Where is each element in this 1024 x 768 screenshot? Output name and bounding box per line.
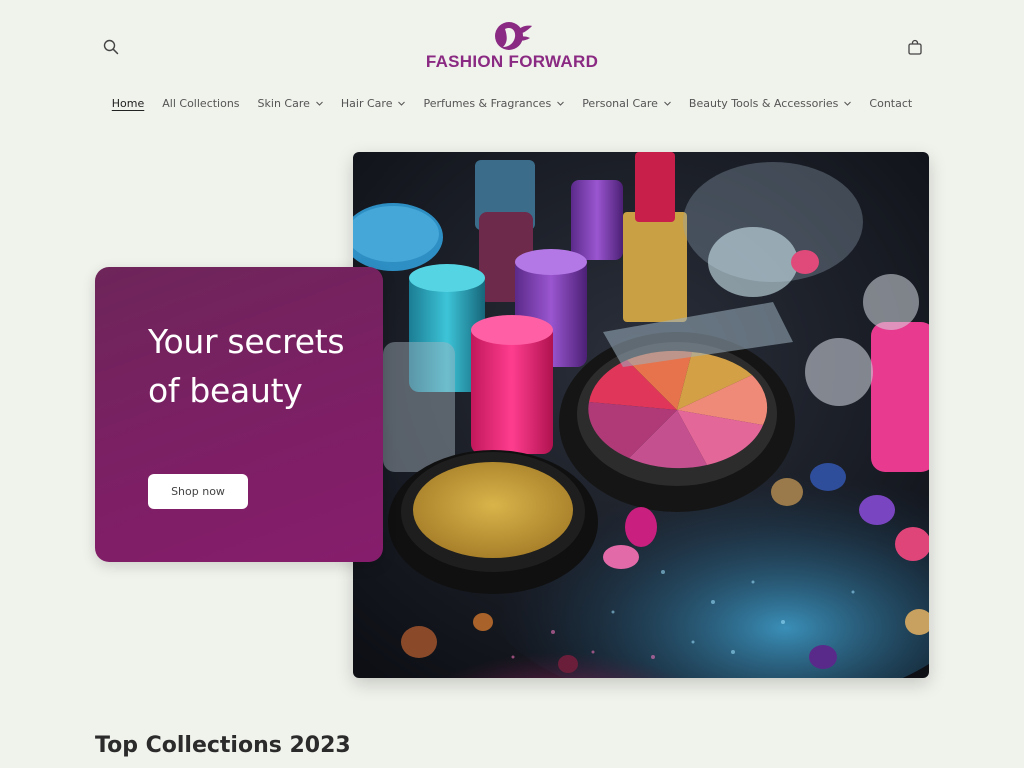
nav-item-label: All Collections — [162, 96, 240, 110]
shopping-bag-icon[interactable] — [901, 33, 929, 61]
nav-item-label: Hair Care — [340, 96, 393, 110]
nav-item-personal-care[interactable]: Personal Care — [573, 97, 680, 110]
nav-item-label: Home — [111, 96, 145, 110]
logo-woman-silhouette-icon — [495, 22, 532, 50]
hero-heading: Your secrets of beauty — [148, 322, 345, 410]
chevron-down-icon — [316, 101, 323, 106]
nav-item-perfumes-fragrances[interactable]: Perfumes & Fragrances — [414, 97, 573, 110]
nav-item-label: Perfumes & Fragrances — [423, 96, 552, 110]
chevron-down-icon — [844, 101, 852, 106]
nav-item-all-collections[interactable]: All Collections — [153, 97, 248, 110]
chevron-down-icon — [557, 101, 565, 106]
nav-item-beauty-tools[interactable]: Beauty Tools & Accessories — [680, 97, 860, 110]
nav-item-contact[interactable]: Contact — [860, 97, 921, 110]
site-logo[interactable]: FASHION FORWARD — [420, 20, 604, 76]
nav-item-label: Personal Care — [582, 96, 658, 110]
section-title: Top Collections 2023 — [95, 733, 351, 758]
nav-item-hair-care[interactable]: Hair Care — [332, 97, 415, 110]
nav-item-label: Skin Care — [257, 96, 310, 110]
main-navigation: Home All Collections Skin Care Hair Care… — [0, 90, 1024, 116]
nav-item-label: Contact — [869, 96, 913, 110]
nav-item-home[interactable]: Home — [103, 97, 153, 110]
site-header: FASHION FORWARD — [0, 0, 1024, 90]
nav-item-skin-care[interactable]: Skin Care — [249, 97, 332, 110]
hero-cosmetics-image — [353, 152, 929, 678]
chevron-down-icon — [664, 101, 671, 106]
shop-now-button[interactable]: Shop now — [148, 474, 248, 509]
hero-card: Your secrets of beauty Shop now — [95, 267, 383, 562]
logo-text: FASHION FORWARD — [425, 52, 599, 71]
search-icon[interactable] — [97, 33, 125, 61]
nav-item-label: Beauty Tools & Accessories — [688, 96, 839, 110]
chevron-down-icon — [398, 101, 406, 106]
